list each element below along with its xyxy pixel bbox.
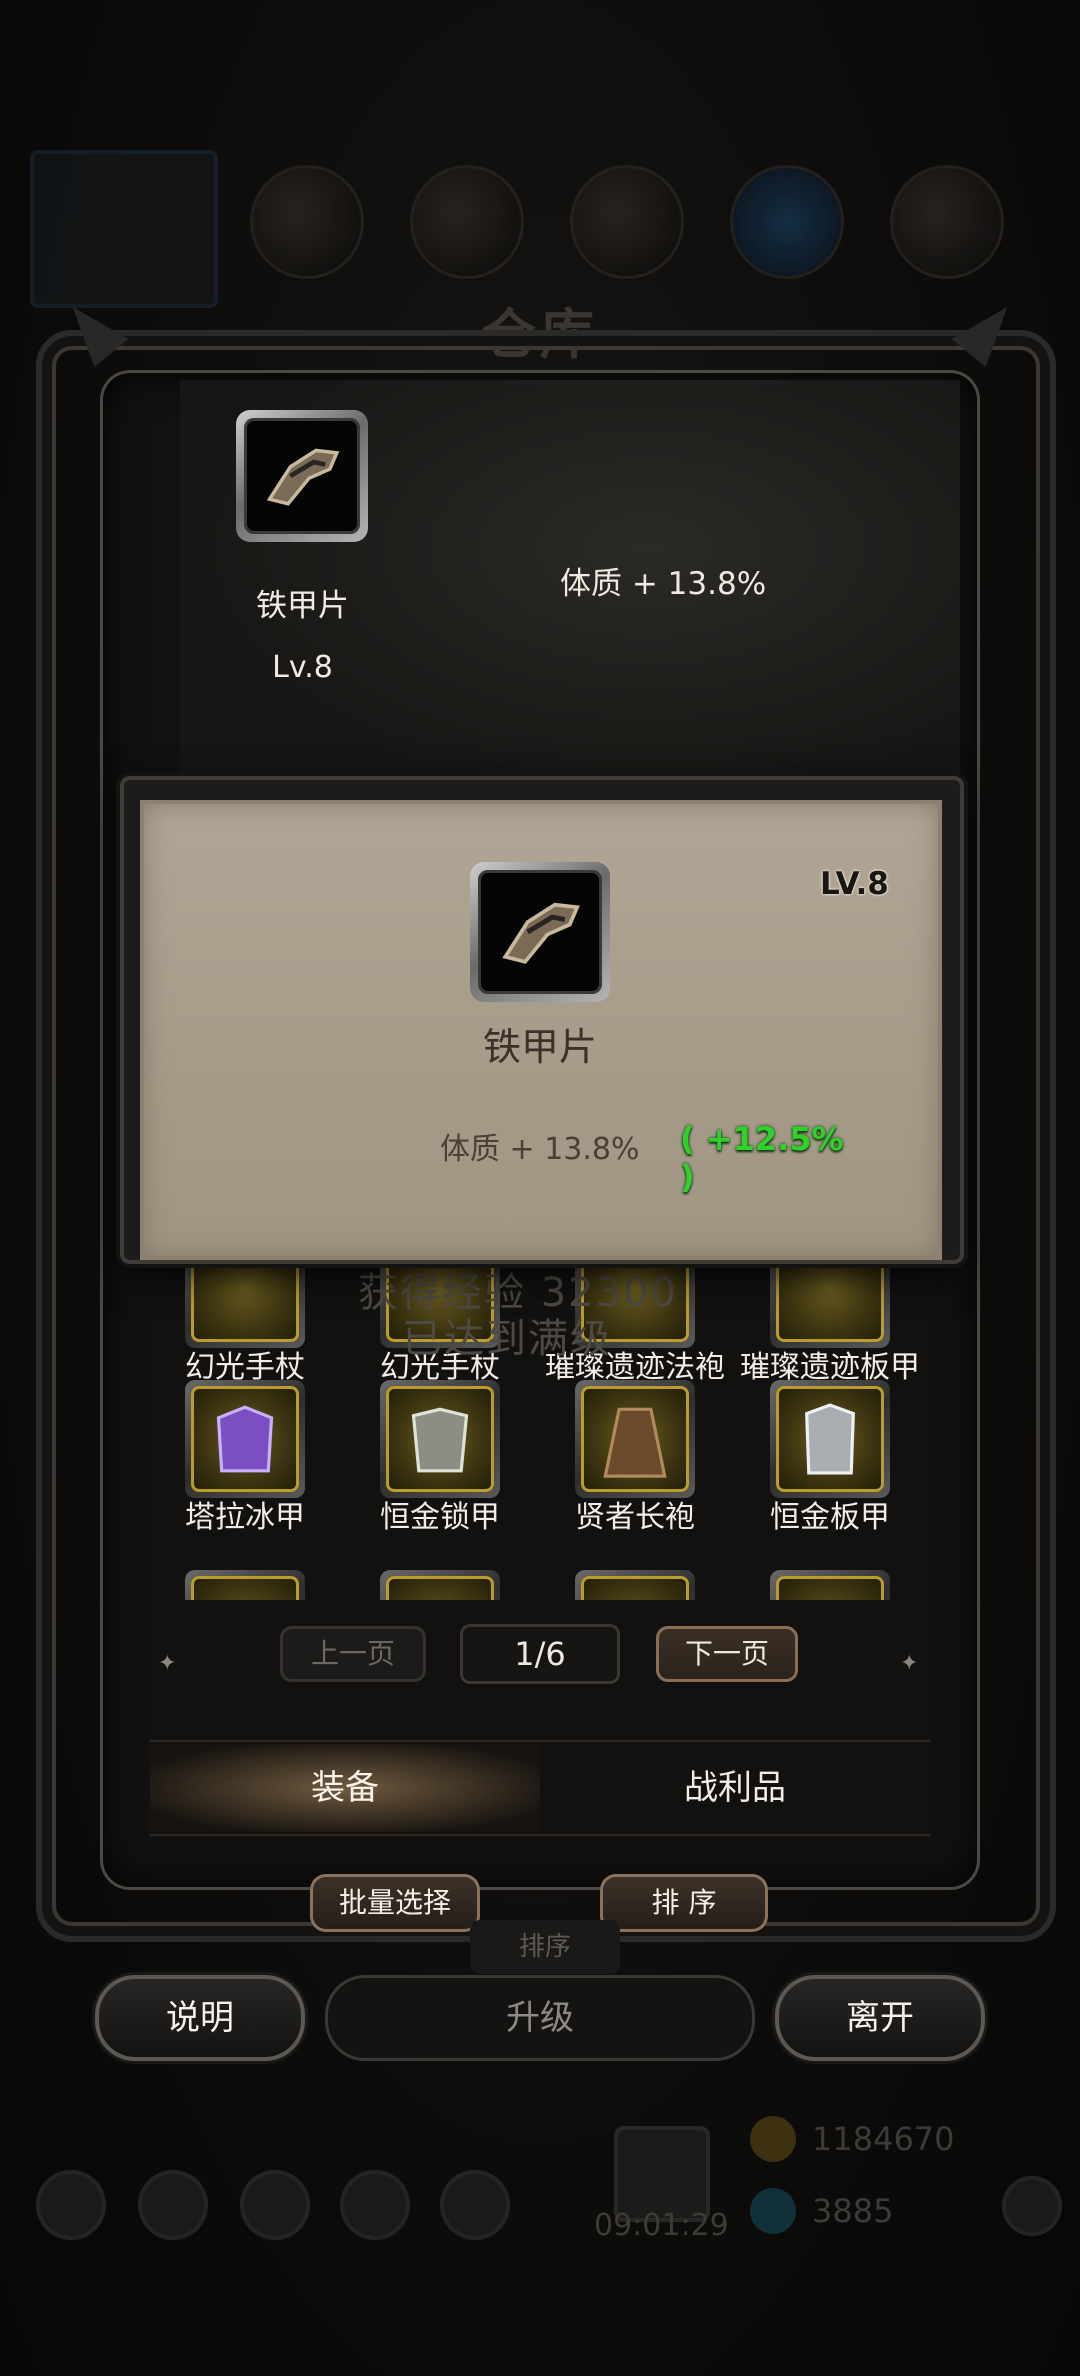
grid-slot[interactable]: 恒金锁甲 bbox=[345, 1380, 535, 1538]
hero-portrait[interactable] bbox=[30, 150, 218, 308]
iron-armor-shard-icon bbox=[502, 902, 580, 964]
item-label: 恒金板甲 bbox=[770, 1500, 890, 1535]
tab-loot[interactable]: 战利品 bbox=[540, 1744, 930, 1832]
tab-equipment[interactable]: 装备 bbox=[150, 1744, 540, 1832]
grid-slot[interactable] bbox=[575, 1570, 695, 1600]
selected-item-level: Lv.8 bbox=[272, 650, 333, 685]
tooltip-bonus: ( +12.5% ) bbox=[680, 1120, 844, 1196]
selected-item-name: 铁甲片 bbox=[256, 588, 349, 624]
grid-slot[interactable]: 幻光手杖 bbox=[150, 1260, 340, 1388]
sort-label-ghost: 排序 bbox=[470, 1920, 620, 1974]
weapon-category-icon[interactable] bbox=[250, 165, 364, 279]
quest-category-icon[interactable] bbox=[890, 165, 1004, 279]
wing-category-icon[interactable] bbox=[730, 165, 844, 279]
chainmail-icon bbox=[411, 1407, 469, 1473]
tooltip-stat: 体质 + 13.8% bbox=[440, 1132, 640, 1167]
prev-page-button[interactable]: 上一页 bbox=[280, 1626, 426, 1682]
calendar-icon[interactable] bbox=[240, 2170, 310, 2240]
settings-icon[interactable] bbox=[440, 2170, 510, 2240]
sparkle-icon: ✦ bbox=[158, 1651, 177, 1676]
robe-icon bbox=[603, 1407, 667, 1478]
sort-button[interactable]: 排 序 bbox=[600, 1874, 768, 1932]
grid-slot[interactable]: 贤者长袍 bbox=[540, 1380, 730, 1538]
grid-slot[interactable] bbox=[770, 1570, 890, 1600]
chat-icon[interactable] bbox=[340, 2170, 410, 2240]
item-label: 贤者长袍 bbox=[575, 1500, 695, 1535]
skull-icon[interactable] bbox=[1002, 2176, 1062, 2236]
grid-slot[interactable]: 塔拉冰甲 bbox=[150, 1380, 340, 1538]
selected-item-stat: 体质 + 13.8% bbox=[560, 566, 767, 602]
scroll-category-icon[interactable] bbox=[410, 165, 524, 279]
gold-amount: 1184670 bbox=[812, 2120, 955, 2158]
plate-armor-icon bbox=[805, 1403, 855, 1475]
ice-armor-icon bbox=[216, 1405, 274, 1473]
leave-button[interactable]: 离开 bbox=[775, 1975, 985, 2061]
grid-slot[interactable] bbox=[380, 1570, 500, 1600]
grid-slot[interactable] bbox=[185, 1570, 305, 1600]
gem-icon bbox=[750, 2188, 796, 2234]
event-timer: 09:01:29 bbox=[594, 2208, 729, 2243]
mail-icon[interactable] bbox=[36, 2170, 106, 2240]
item-grid: 幻光手杖 幻光手杖 璀璨遗迹法袍 璀璨遗迹板甲 获得经验 32300 已达到满级… bbox=[150, 1260, 920, 1600]
batch-select-button[interactable]: 批量选择 bbox=[310, 1874, 480, 1932]
tooltip-item-name: 铁甲片 bbox=[482, 1025, 597, 1069]
page-indicator: 1/6 bbox=[460, 1624, 620, 1684]
help-button[interactable]: 说明 bbox=[95, 1975, 305, 2061]
next-page-button[interactable]: 下一页 bbox=[656, 1626, 798, 1682]
gold-coin-icon bbox=[750, 2116, 796, 2162]
friends-icon[interactable] bbox=[138, 2170, 208, 2240]
grid-slot[interactable]: 恒金板甲 bbox=[735, 1380, 920, 1538]
upgrade-button[interactable]: 升级 bbox=[325, 1975, 755, 2061]
gem-amount: 3885 bbox=[812, 2192, 894, 2230]
iron-armor-shard-icon bbox=[266, 448, 340, 506]
book-category-icon[interactable] bbox=[570, 165, 684, 279]
sparkle-icon: ✦ bbox=[900, 1651, 919, 1676]
item-label: 塔拉冰甲 bbox=[185, 1500, 305, 1535]
selected-item-icon[interactable] bbox=[236, 410, 368, 542]
grid-slot[interactable]: 璀璨遗迹板甲 bbox=[735, 1260, 920, 1388]
item-label: 恒金锁甲 bbox=[380, 1500, 500, 1535]
tooltip-level: LV.8 bbox=[820, 866, 889, 902]
max-level-text: 已达到满级 bbox=[402, 1316, 612, 1362]
tooltip-item-icon bbox=[470, 862, 610, 1002]
